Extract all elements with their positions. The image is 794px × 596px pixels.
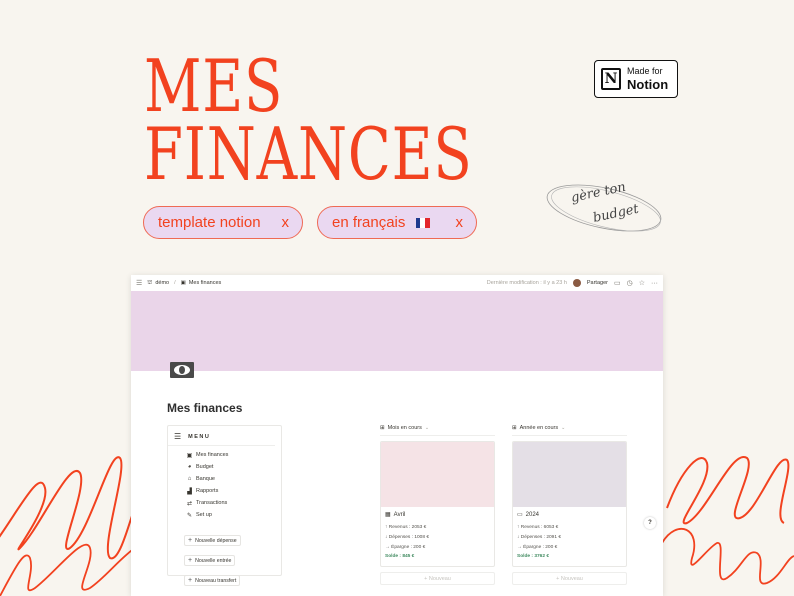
card-epargne: → Épargne : 200 € bbox=[385, 544, 426, 550]
card-depenses: ↓ Dépenses : 2091 € bbox=[517, 534, 562, 540]
new-income-button[interactable]: + Nouvelle entrée bbox=[184, 555, 236, 566]
hero-title-line1: MES bbox=[144, 44, 284, 128]
more-icon[interactable]: ··· bbox=[651, 280, 658, 287]
plus-icon: + bbox=[188, 537, 193, 544]
quick-actions: + Nouvelle dépense + Nouvelle entrée + Nouv… bbox=[168, 521, 281, 589]
calendar-icon: ▭ bbox=[517, 512, 523, 518]
menu-item-transactions[interactable]: ⇄ Transactions bbox=[186, 497, 281, 509]
card-solde: Solde : 3762 € bbox=[517, 554, 549, 559]
card-cover bbox=[513, 442, 626, 507]
page-cover bbox=[131, 291, 663, 371]
notion-logo-icon: N bbox=[601, 68, 621, 90]
topbar: ☰ ⛫ démo / ▣ Mes finances Dernière modif… bbox=[131, 275, 663, 291]
card-revenus: ↑ Revenus : 6053 € bbox=[517, 524, 559, 530]
card-epargne: → Épargne : 200 € bbox=[517, 544, 558, 550]
bar-chart-icon: ▟ bbox=[187, 488, 192, 495]
gallery-mois-en-cours: ⊞ Mois en cours ⌄ ▦ Avril ↑ Revenus : 205… bbox=[380, 425, 495, 585]
sticker-gere-ton-budget: gère ton budget bbox=[546, 180, 662, 232]
plus-icon: + bbox=[188, 577, 193, 584]
chip-template-notion[interactable]: template notion x bbox=[143, 206, 303, 239]
breadcrumb-mes-finances[interactable]: Mes finances bbox=[189, 280, 221, 286]
menu-item-banque[interactable]: ⌂ Banque bbox=[186, 473, 281, 485]
money-icon: ▣ bbox=[186, 452, 193, 459]
badge-small-text: Made for bbox=[627, 66, 663, 76]
card-cover bbox=[381, 442, 494, 507]
chevron-down-icon: ⌄ bbox=[424, 425, 430, 431]
close-icon[interactable]: x bbox=[282, 214, 290, 231]
menu-item-set-up[interactable]: ✎ Set up bbox=[186, 509, 281, 521]
card-title: Avril bbox=[393, 511, 406, 518]
hamburger-icon: ☰ bbox=[174, 432, 182, 441]
tag-chips: template notion x en français x bbox=[143, 206, 477, 239]
badge-big-text: Notion bbox=[627, 77, 669, 92]
share-button[interactable]: Partager bbox=[587, 280, 608, 286]
french-flag-icon bbox=[415, 218, 430, 229]
card-depenses: ↓ Dépenses : 1008 € bbox=[385, 534, 430, 540]
hero-title-line2: FINANCES bbox=[144, 112, 473, 196]
menu-heading: ☰ MENU bbox=[168, 426, 275, 446]
comment-icon[interactable]: ▭ bbox=[614, 279, 621, 287]
plus-icon: + bbox=[188, 557, 193, 564]
card-title: 2024 bbox=[525, 511, 540, 518]
sidebar-toggle-icon[interactable]: ☰ bbox=[136, 279, 142, 287]
chip-en-francais[interactable]: en français x bbox=[317, 206, 477, 239]
wrench-icon: ✎ bbox=[186, 512, 193, 519]
gallery-icon: ⊞ bbox=[512, 425, 517, 431]
menu-item-rapports[interactable]: ▟ Rapports bbox=[186, 485, 281, 497]
menu-item-mes-finances[interactable]: ▣ Mes finances bbox=[186, 449, 281, 461]
menu-item-budget[interactable]: ◕ Budget bbox=[186, 461, 281, 473]
last-edit-text: Dernière modification : il y a 23 h bbox=[486, 280, 567, 286]
money-icon: ▣ bbox=[180, 280, 186, 286]
history-clock-icon[interactable]: ◷ bbox=[627, 279, 633, 287]
menu-list: ▣ Mes finances ◕ Budget ⌂ Banque ▟ Rappo… bbox=[168, 446, 281, 521]
chip-label: template notion bbox=[158, 214, 261, 231]
money-icon[interactable] bbox=[170, 362, 194, 378]
notion-window: ☰ ⛫ démo / ▣ Mes finances Dernière modif… bbox=[131, 275, 663, 596]
breadcrumb-separator: / bbox=[174, 280, 176, 286]
decorative-scribble-left bbox=[0, 456, 132, 596]
pie-chart-icon: ◕ bbox=[187, 464, 192, 470]
breadcrumb: ⛫ démo / ▣ Mes finances bbox=[147, 280, 221, 287]
sticker-line1: gère ton bbox=[570, 180, 627, 206]
sticker-line2: budget bbox=[592, 201, 641, 225]
gallery-icon: ⊞ bbox=[380, 425, 385, 431]
new-expense-button[interactable]: + Nouvelle dépense bbox=[184, 535, 241, 546]
gallery-card-avril[interactable]: ▦ Avril ↑ Revenus : 2053 € ↓ Dépenses : 1… bbox=[380, 441, 495, 567]
new-card-button[interactable]: + Nouveau bbox=[380, 572, 495, 585]
transfer-icon: ⇄ bbox=[186, 500, 193, 507]
new-transfer-button[interactable]: + Nouveau transfert bbox=[184, 575, 241, 586]
gallery-annee-en-cours: ⊞ Année en cours ⌄ ▭ 2024 ↑ Revenus : 605… bbox=[512, 425, 627, 585]
new-card-button[interactable]: + Nouveau bbox=[512, 572, 627, 585]
close-icon[interactable]: x bbox=[456, 214, 464, 231]
star-icon[interactable]: ☆ bbox=[639, 279, 645, 287]
card-revenus: ↑ Revenus : 2053 € bbox=[385, 524, 427, 530]
card-solde: Solde : 845 € bbox=[385, 554, 415, 559]
decorative-scribble-right bbox=[662, 456, 794, 585]
chip-label: en français bbox=[332, 214, 406, 231]
gallery-card-2024[interactable]: ▭ 2024 ↑ Revenus : 6053 € ↓ Dépenses : 20… bbox=[512, 441, 627, 567]
help-button[interactable]: ? bbox=[644, 517, 656, 529]
chevron-down-icon: ⌄ bbox=[561, 425, 566, 431]
avatar[interactable] bbox=[572, 279, 581, 287]
calendar-icon: ▦ bbox=[385, 512, 391, 518]
gallery-view-tab[interactable]: ⊞ Année en cours ⌄ bbox=[512, 425, 627, 436]
workspace-icon: ⛫ bbox=[147, 279, 153, 286]
bank-icon: ⌂ bbox=[187, 476, 192, 482]
breadcrumb-demo[interactable]: démo bbox=[155, 280, 169, 286]
hero-title: MES FINANCES bbox=[144, 44, 473, 196]
gallery-view-tab[interactable]: ⊞ Mois en cours ⌄ bbox=[380, 425, 495, 436]
menu-callout: ☰ MENU ▣ Mes finances ◕ Budget ⌂ Banque … bbox=[167, 425, 282, 586]
page-title: Mes finances bbox=[167, 401, 243, 415]
made-for-notion-badge: N Made for Notion bbox=[594, 60, 678, 98]
